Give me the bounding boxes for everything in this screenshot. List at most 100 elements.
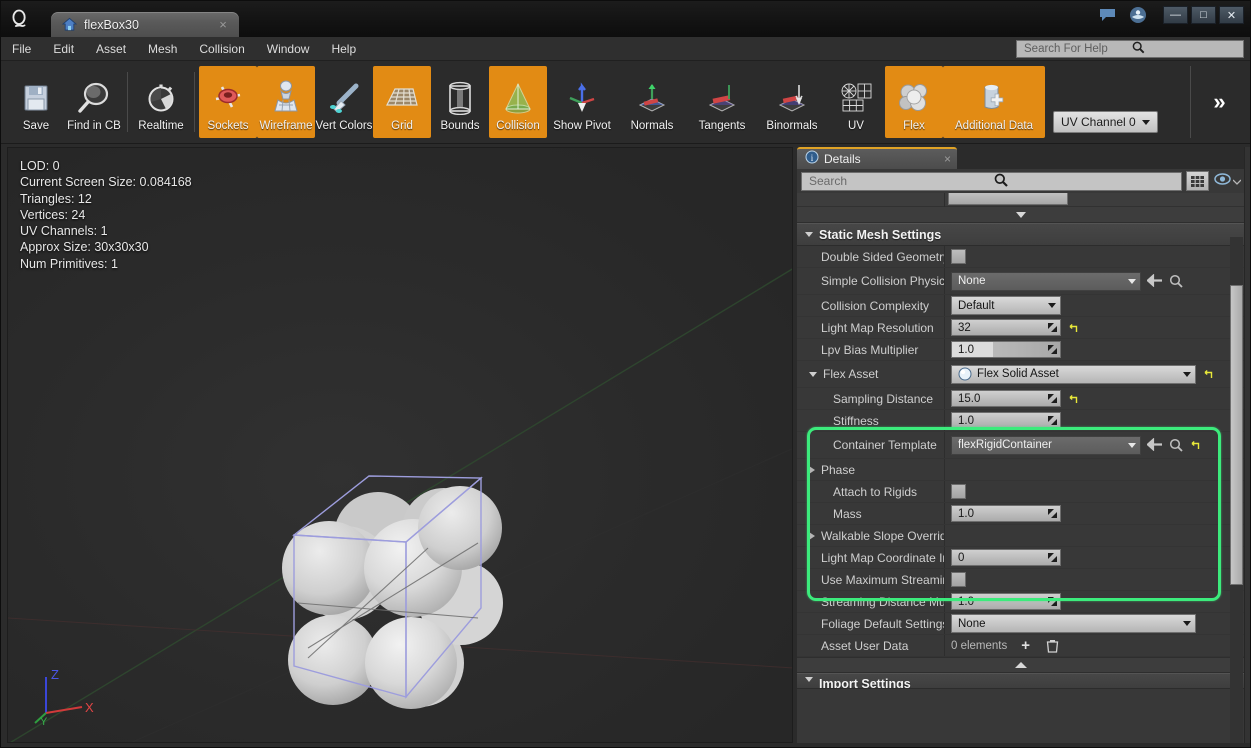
- row-collision-complexity[interactable]: Collision Complexity Default: [797, 295, 1245, 317]
- spinner-icon[interactable]: [1046, 322, 1058, 334]
- flex-asset-type-dropdown[interactable]: Flex Solid Asset: [951, 364, 1196, 384]
- streaming-distance-multiplier-input[interactable]: 1.0: [951, 593, 1061, 610]
- menu-window[interactable]: Window: [256, 37, 321, 61]
- menu-help[interactable]: Help: [320, 37, 367, 61]
- use-selected-asset-icon[interactable]: [1146, 273, 1163, 288]
- details-properties-scroll[interactable]: Static Mesh Settings Double Sided Geomet…: [797, 193, 1245, 743]
- mass-input[interactable]: 1.0: [951, 505, 1061, 522]
- wireframe-button[interactable]: Wireframe: [257, 66, 315, 138]
- row-light-map-resolution[interactable]: Light Map Resolution 32: [797, 317, 1245, 339]
- double-sided-geometry-checkbox[interactable]: [951, 249, 966, 264]
- realtime-button[interactable]: Realtime: [132, 66, 190, 138]
- light-map-resolution-input[interactable]: 32: [951, 319, 1061, 336]
- foliage-default-settings-dropdown[interactable]: None: [951, 614, 1196, 633]
- spinner-icon[interactable]: [1046, 415, 1058, 427]
- reset-to-default-icon[interactable]: [1067, 322, 1079, 334]
- use-selected-asset-icon[interactable]: [1146, 437, 1163, 452]
- flex-button[interactable]: Flex: [885, 66, 943, 138]
- spinner-icon[interactable]: [1046, 508, 1058, 520]
- spinner-icon[interactable]: [1046, 393, 1058, 405]
- row-simple-collision-physical[interactable]: Simple Collision Physica None: [797, 268, 1245, 295]
- clipped-field[interactable]: [948, 193, 1068, 205]
- container-template-dropdown[interactable]: flexRigidContainer: [951, 435, 1141, 455]
- row-lpv-bias-multiplier[interactable]: Lpv Bias Multiplier 1.0: [797, 339, 1245, 361]
- uv-button[interactable]: UV: [827, 66, 885, 138]
- close-icon[interactable]: ×: [944, 152, 951, 166]
- expand-more-row[interactable]: [797, 207, 1245, 223]
- menu-edit[interactable]: Edit: [42, 37, 85, 61]
- tangents-button[interactable]: Tangents: [687, 66, 757, 138]
- sampling-distance-input[interactable]: 15.0: [951, 390, 1061, 407]
- row-streaming-distance-multiplier[interactable]: Streaming Distance Mul 1.0: [797, 591, 1245, 613]
- show-pivot-button[interactable]: Show Pivot: [547, 66, 617, 138]
- add-element-icon[interactable]: +: [1021, 637, 1030, 654]
- menu-file[interactable]: File: [1, 37, 42, 61]
- save-button[interactable]: Save: [7, 66, 65, 138]
- row-flex-asset[interactable]: Flex Asset Flex Solid Asset: [797, 361, 1245, 388]
- account-icon[interactable]: [1127, 4, 1149, 26]
- collapse-section-row[interactable]: [797, 657, 1245, 673]
- additional-data-button[interactable]: Additional Data: [943, 66, 1045, 138]
- toolbar-overflow-button[interactable]: »: [1190, 66, 1248, 138]
- category-import-settings[interactable]: Import Settings: [797, 673, 1245, 689]
- use-maximum-streaming-checkbox[interactable]: [951, 572, 966, 587]
- stiffness-input[interactable]: 1.0: [951, 412, 1061, 429]
- attach-to-rigids-checkbox[interactable]: [951, 484, 966, 499]
- row-double-sided-geometry[interactable]: Double Sided Geometry: [797, 246, 1245, 268]
- expand-triangle-icon[interactable]: [809, 531, 815, 540]
- spinner-icon[interactable]: [1046, 344, 1058, 356]
- grid-button[interactable]: Grid: [373, 66, 431, 138]
- details-view-grid-button[interactable]: [1186, 171, 1209, 191]
- browse-to-asset-icon[interactable]: [1169, 438, 1183, 452]
- reset-to-default-icon[interactable]: [1189, 439, 1201, 451]
- help-search-input[interactable]: Search For Help: [1016, 40, 1244, 58]
- reset-to-default-icon[interactable]: [1067, 393, 1079, 405]
- menu-asset[interactable]: Asset: [85, 37, 137, 61]
- delete-element-icon[interactable]: [1046, 639, 1059, 653]
- row-use-maximum-streaming-texel-ratio[interactable]: Use Maximum Streamin: [797, 569, 1245, 591]
- maximize-button[interactable]: □: [1191, 6, 1216, 24]
- close-icon[interactable]: ×: [215, 17, 231, 32]
- row-attach-to-rigids[interactable]: Attach to Rigids: [797, 481, 1245, 503]
- sockets-button[interactable]: Sockets: [199, 66, 257, 138]
- collision-button[interactable]: Collision: [489, 66, 547, 138]
- row-walkable-slope-override[interactable]: Walkable Slope Override: [797, 525, 1245, 547]
- collapse-triangle-icon[interactable]: [809, 371, 817, 377]
- mesh-viewport[interactable]: LOD: 0 Current Screen Size: 0.084168 Tri…: [7, 147, 793, 743]
- details-scrollbar-track[interactable]: [1230, 237, 1243, 743]
- menu-collision[interactable]: Collision: [188, 37, 255, 61]
- details-scrollbar-thumb[interactable]: [1230, 285, 1243, 585]
- expand-triangle-icon[interactable]: [809, 465, 815, 474]
- bounds-button[interactable]: Bounds: [431, 66, 489, 138]
- minimize-button[interactable]: —: [1163, 6, 1188, 24]
- row-sampling-distance[interactable]: Sampling Distance 15.0: [797, 388, 1245, 410]
- row-foliage-default-settings[interactable]: Foliage Default Settings None: [797, 613, 1245, 635]
- details-visibility-dropdown[interactable]: [1213, 172, 1241, 190]
- row-stiffness[interactable]: Stiffness 1.0: [797, 410, 1245, 432]
- collision-complexity-dropdown[interactable]: Default: [951, 296, 1061, 315]
- row-asset-user-data[interactable]: Asset User Data 0 elements +: [797, 635, 1245, 657]
- simple-collision-physical-dropdown[interactable]: None: [951, 271, 1141, 291]
- tab-details[interactable]: i Details ×: [797, 147, 957, 169]
- category-static-mesh-settings[interactable]: Static Mesh Settings: [797, 223, 1245, 246]
- row-container-template[interactable]: Container Template flexRigidContainer: [797, 432, 1245, 459]
- binormals-button[interactable]: Binormals: [757, 66, 827, 138]
- asset-tab-flexbox30[interactable]: flexBox30 ×: [51, 12, 239, 37]
- window-edge-scrollbar[interactable]: [1244, 147, 1250, 743]
- find-in-cb-button[interactable]: Find in CB: [65, 66, 123, 138]
- row-phase[interactable]: Phase: [797, 459, 1245, 481]
- menu-mesh[interactable]: Mesh: [137, 37, 188, 61]
- light-map-coordinate-index-input[interactable]: 0: [951, 549, 1061, 566]
- normals-button[interactable]: Normals: [617, 66, 687, 138]
- spinner-icon[interactable]: [1046, 552, 1058, 564]
- reset-to-default-icon[interactable]: [1202, 368, 1214, 380]
- browse-to-asset-icon[interactable]: [1169, 274, 1183, 288]
- lpv-bias-multiplier-slider[interactable]: 1.0: [951, 341, 1061, 358]
- vert-colors-button[interactable]: Vert Colors: [315, 66, 373, 138]
- row-light-map-coordinate-index[interactable]: Light Map Coordinate In 0: [797, 547, 1245, 569]
- details-search-input[interactable]: Search: [801, 171, 1182, 191]
- row-mass[interactable]: Mass 1.0: [797, 503, 1245, 525]
- close-window-button[interactable]: ✕: [1219, 6, 1244, 24]
- spinner-icon[interactable]: [1046, 596, 1058, 608]
- feedback-bubble-icon[interactable]: [1097, 4, 1119, 26]
